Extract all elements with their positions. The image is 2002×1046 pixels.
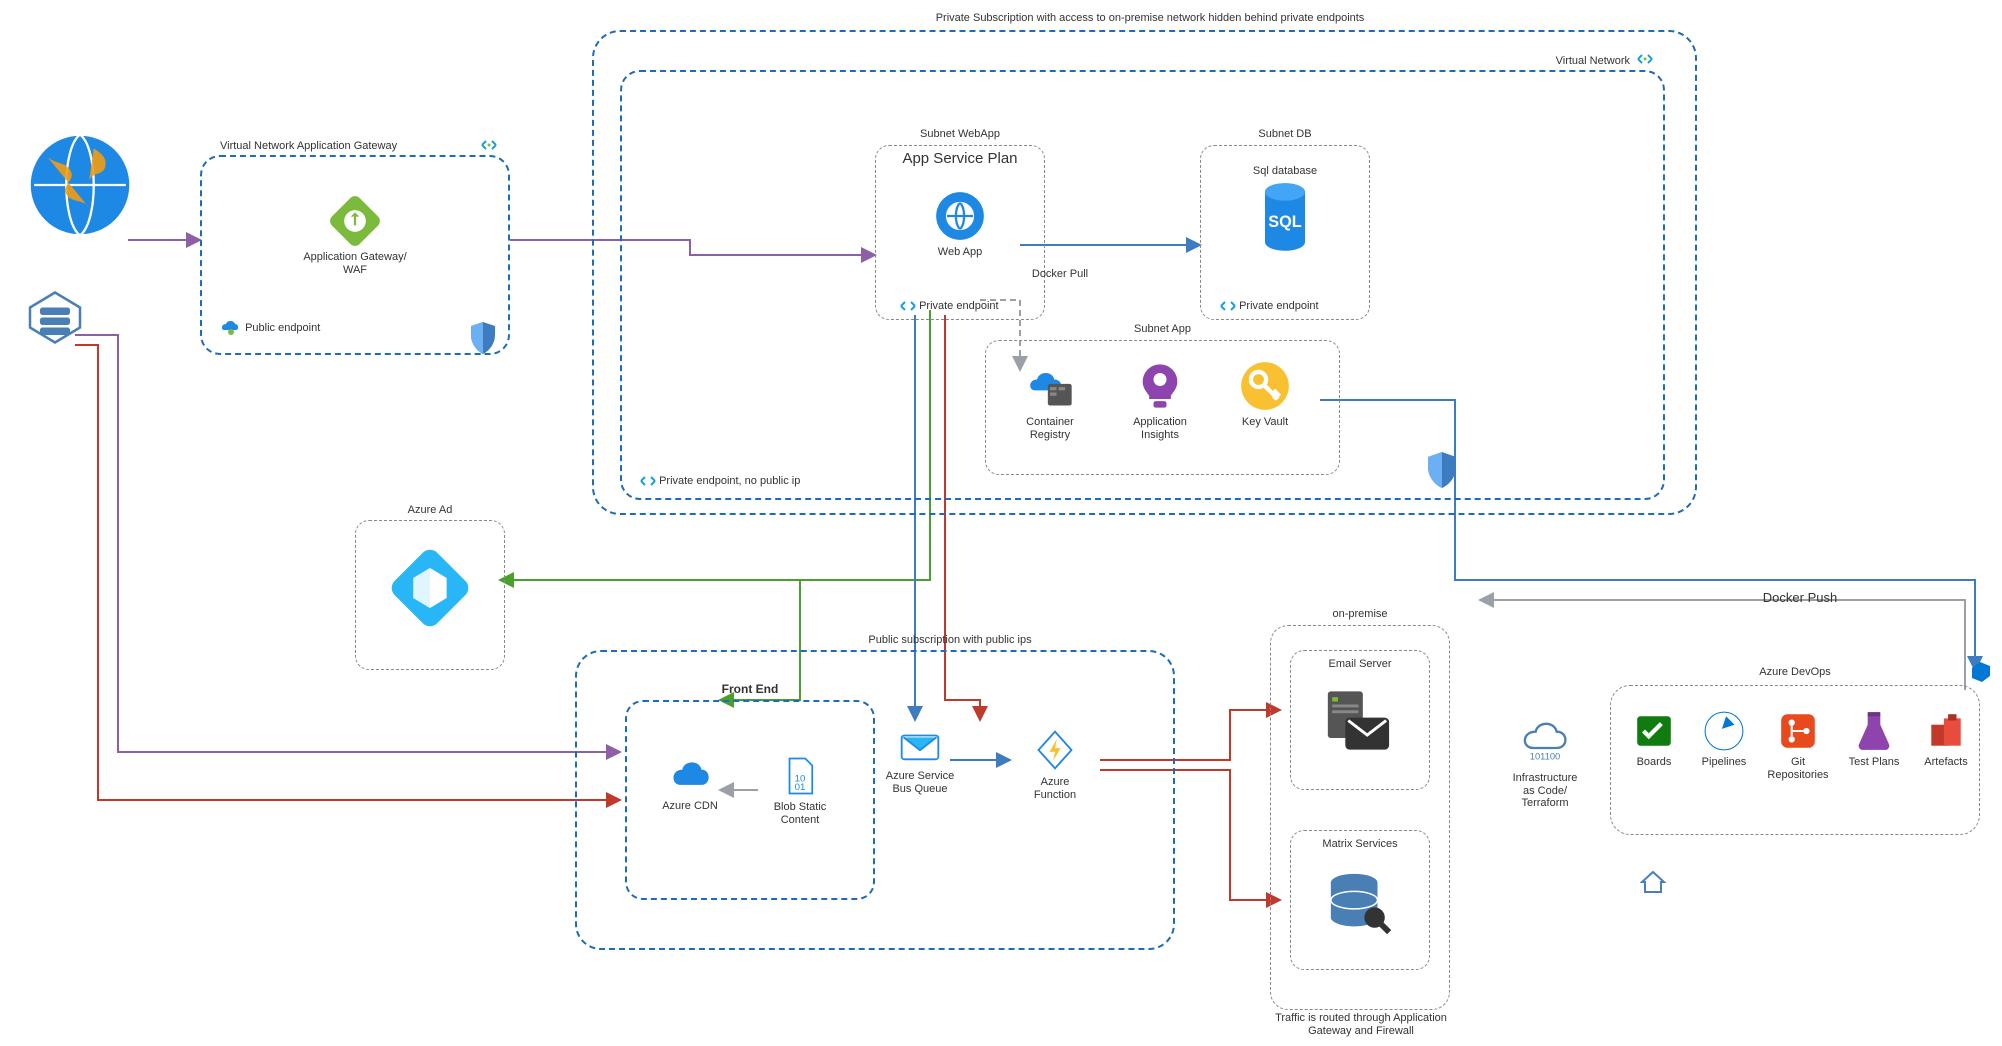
app-gateway-node: Application Gateway/WAF <box>280 195 430 276</box>
test-plans-label: Test Plans <box>1840 756 1908 769</box>
key-vault-node: Key Vault <box>1220 360 1310 429</box>
container-registry-icon <box>1024 360 1076 412</box>
vnet-app-gateway-label: Virtual Network Application Gateway <box>220 140 480 153</box>
web-app-label: Web App <box>908 246 1012 259</box>
function-icon <box>1033 728 1077 772</box>
house-icon <box>1640 870 1666 897</box>
azure-function-label: AzureFunction <box>1010 776 1100 801</box>
web-app-icon <box>934 190 986 242</box>
container-registry-node: ContainerRegistry <box>1000 360 1100 441</box>
traffic-note: Traffic is routed through Application Ga… <box>1256 1012 1466 1038</box>
client-server <box>20 290 90 348</box>
container-registry-label: ContainerRegistry <box>1000 416 1100 441</box>
docker-pull-label: Docker Pull <box>1020 268 1100 281</box>
azure-function-node: AzureFunction <box>1010 728 1100 801</box>
matrix-services-icon <box>1325 868 1395 941</box>
cloud-code-icon: 101100 <box>1517 720 1573 768</box>
app-gateway-icon <box>329 195 381 247</box>
azure-ad-icon <box>390 548 470 628</box>
globe-icon <box>25 130 135 240</box>
webapp-private-endpoint: Private endpoint <box>900 300 1040 313</box>
boards-node: Boards <box>1622 710 1686 769</box>
artefacts-label: Artefacts <box>1914 756 1978 769</box>
svg-text:SQL: SQL <box>1268 213 1301 231</box>
app-insights-node: ApplicationInsights <box>1115 360 1205 441</box>
key-vault-label: Key Vault <box>1220 416 1310 429</box>
app-insights-label: ApplicationInsights <box>1115 416 1205 441</box>
diagram-canvas: Private Subscription with access to on-p… <box>0 0 2002 1046</box>
internet-globe <box>20 130 140 243</box>
git-repos-node: GitRepositories <box>1762 710 1834 781</box>
devops-logo-icon <box>1970 660 1992 685</box>
blob-static-label: Blob StaticContent <box>755 801 845 826</box>
docker-push-label: Docker Push <box>1740 590 1860 606</box>
azure-cdn-node: Azure CDN <box>645 760 735 813</box>
service-bus-label: Azure ServiceBus Queue <box>870 770 970 795</box>
pipelines-node: Pipelines <box>1692 710 1756 769</box>
app-insights-icon <box>1134 360 1186 412</box>
public-endpoint-label: Public endpoint <box>220 320 380 336</box>
blob-static-node: 1001 Blob StaticContent <box>755 755 845 826</box>
virtual-network-label: Virtual Network <box>1530 55 1630 68</box>
private-subscription-label: Private Subscription with access to on-p… <box>870 12 1430 25</box>
git-repos-label: GitRepositories <box>1762 756 1834 781</box>
key-vault-icon <box>1239 360 1291 412</box>
shield-icon-2 <box>468 320 498 359</box>
pipelines-label: Pipelines <box>1692 756 1756 769</box>
azure-cdn-label: Azure CDN <box>645 800 735 813</box>
web-app-node: Web App <box>908 190 1012 259</box>
subnet-db-label: Subnet DB <box>1200 128 1370 141</box>
sql-database-node: Sql database SQL <box>1240 165 1330 256</box>
cdn-icon <box>667 760 713 796</box>
blob-icon: 1001 <box>779 755 821 797</box>
azure-ad-node <box>385 548 475 631</box>
shield-icon <box>1425 450 1459 493</box>
email-server-label: Email Server <box>1290 658 1430 671</box>
artefacts-icon <box>1925 710 1967 752</box>
matrix-services-label: Matrix Services <box>1290 838 1430 851</box>
boards-label: Boards <box>1622 756 1686 769</box>
private-endpoint-no-ip: Private endpoint, no public ip <box>640 475 860 488</box>
git-icon <box>1777 710 1819 752</box>
vnet-appgw-icon <box>480 138 498 155</box>
vnet-icon <box>1636 52 1654 69</box>
email-server-icon <box>1322 688 1392 756</box>
pipelines-icon <box>1703 710 1745 752</box>
subnet-app-label: Subnet App <box>985 323 1340 336</box>
iac-label: Infrastructureas Code/Terraform <box>1490 772 1600 810</box>
public-subscription-label: Public subscription with public ips <box>820 634 1080 647</box>
test-plans-icon <box>1853 710 1895 752</box>
artefacts-node: Artefacts <box>1914 710 1978 769</box>
test-plans-node: Test Plans <box>1840 710 1908 769</box>
svg-text:01: 01 <box>795 782 806 793</box>
sql-icon: SQL <box>1255 182 1315 252</box>
server-icon <box>25 290 85 345</box>
iac-node: 101100 Infrastructureas Code/Terraform <box>1490 720 1600 810</box>
service-bus-icon <box>898 730 942 766</box>
subnet-webapp-label: Subnet WebApp <box>875 128 1045 141</box>
azure-ad-label: Azure Ad <box>355 504 505 517</box>
app-gateway-label: Application Gateway/WAF <box>280 251 430 276</box>
boards-icon <box>1633 710 1675 752</box>
azure-devops-label: Azure DevOps <box>1610 666 1980 679</box>
sql-private-endpoint: Private endpoint <box>1220 300 1370 313</box>
on-premise-label: on-premise <box>1270 608 1450 621</box>
service-bus-node: Azure ServiceBus Queue <box>870 730 970 795</box>
svg-text:101100: 101100 <box>1530 752 1560 762</box>
app-service-plan-label: App Service Plan <box>875 150 1045 168</box>
sql-database-label: Sql database <box>1240 165 1330 178</box>
front-end-label: Front End <box>625 682 875 696</box>
